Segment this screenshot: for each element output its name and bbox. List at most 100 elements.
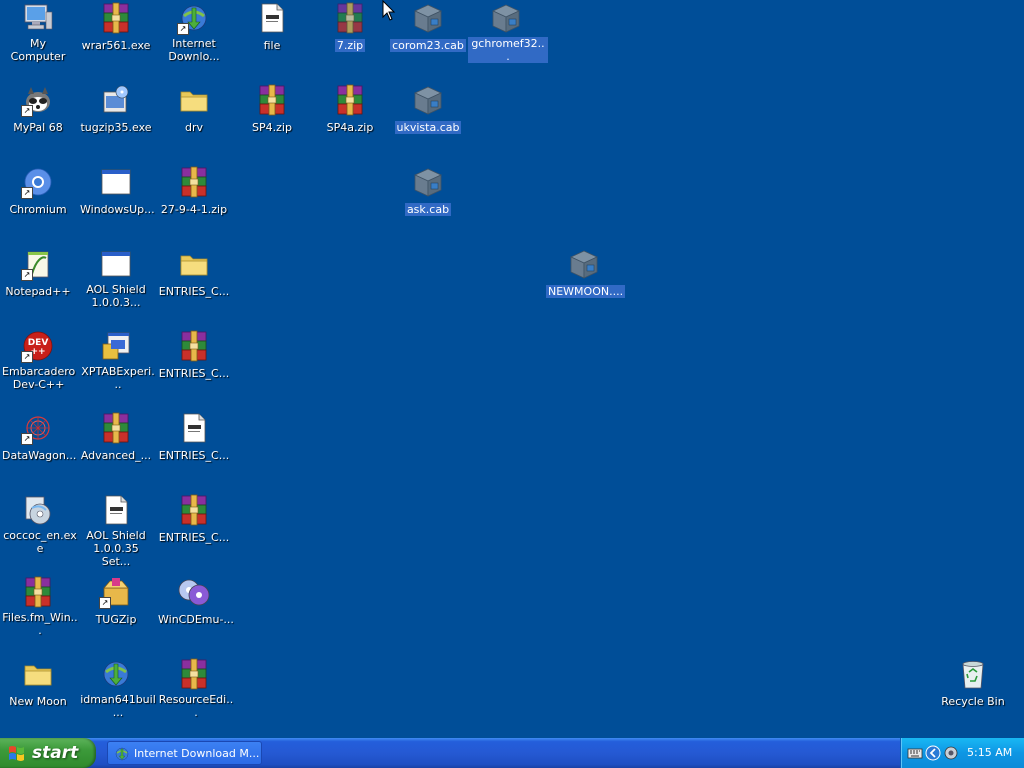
clock[interactable]: 5:15 AM bbox=[967, 738, 1012, 768]
desktop-icon[interactable]: drv bbox=[156, 84, 232, 135]
winrar-archive-icon bbox=[22, 576, 54, 608]
desktop-icon-label: AOL Shield 1.0.0.35 Set... bbox=[86, 529, 146, 568]
desktop-icon[interactable]: 7.zip bbox=[312, 2, 388, 53]
desktop-icon[interactable]: NEWMOON.... bbox=[546, 248, 626, 299]
desktop-icon-label: New Moon bbox=[9, 695, 67, 708]
system-tray: 5:15 AM bbox=[900, 738, 1024, 768]
installer-icon bbox=[100, 84, 132, 116]
cab-archive-icon bbox=[568, 248, 600, 280]
desktop-icon[interactable]: idman641buil... bbox=[78, 658, 156, 720]
desktop-icon[interactable]: ask.cab bbox=[390, 166, 466, 217]
desktop-icon[interactable]: ↗ TUGZip bbox=[78, 576, 154, 627]
desktop-icon-label: wrar561.exe bbox=[81, 39, 151, 52]
desktop-icon[interactable]: ResourceEdi... bbox=[156, 658, 233, 720]
desktop-icon-label: XPTABExperi... bbox=[81, 365, 155, 391]
desktop-icon[interactable]: ↗ MyPal 68 bbox=[0, 84, 76, 135]
folder-icon bbox=[178, 84, 210, 116]
text-document-icon bbox=[256, 2, 288, 34]
desktop-icon-label: SP4a.zip bbox=[326, 121, 374, 134]
desktop-icon-label: AOL Shield 1.0.0.3... bbox=[86, 283, 146, 309]
desktop-icon[interactable]: ↗ DataWagon... bbox=[0, 412, 76, 463]
desktop-icon[interactable]: ENTRIES_C... bbox=[156, 330, 232, 381]
desktop-icon[interactable]: Files.fm_Win... bbox=[0, 576, 78, 638]
desktop-icon[interactable]: My Computer bbox=[0, 2, 76, 64]
folder-icon bbox=[178, 248, 210, 280]
desktop-icon[interactable]: tugzip35.exe bbox=[78, 84, 154, 135]
desktop-icon-label: Internet Downlo... bbox=[168, 37, 220, 63]
desktop-icon[interactable]: gchromef32... bbox=[468, 2, 548, 64]
taskbar-button-label: Internet Download M... bbox=[134, 747, 260, 760]
desktop-icon-label: ResourceEdi... bbox=[158, 693, 234, 719]
notepad-plus-plus-icon: ↗ bbox=[21, 248, 54, 281]
desktop-icon-label: SP4.zip bbox=[252, 121, 292, 134]
shortcut-arrow-icon: ↗ bbox=[21, 433, 33, 445]
desktop-icon[interactable]: ENTRIES_C... bbox=[156, 494, 232, 545]
window-app-icon bbox=[100, 248, 132, 280]
winrar-archive-icon bbox=[256, 84, 288, 116]
winrar-archive-icon bbox=[334, 2, 366, 34]
desktop-icon-label: gchromef32... bbox=[468, 37, 548, 63]
internet-download-manager-icon: ↗ bbox=[177, 2, 210, 35]
text-document-icon bbox=[100, 494, 132, 526]
dev-cpp-icon: ↗ bbox=[21, 330, 54, 363]
taskbar-button-internet-download-manager[interactable]: Internet Download M... bbox=[107, 741, 262, 765]
desktop-icon[interactable]: ↗ Embarcadero Dev-C++ bbox=[0, 330, 76, 392]
desktop-icon[interactable]: XPTABExperi... bbox=[78, 330, 155, 392]
winrar-icon bbox=[100, 2, 132, 34]
winrar-archive-icon bbox=[100, 412, 132, 444]
datawagon-icon: ↗ bbox=[21, 412, 54, 445]
wincdemu-icon bbox=[178, 576, 210, 608]
desktop-icon-label: corom23.cab bbox=[390, 39, 466, 52]
cab-archive-icon bbox=[490, 2, 522, 34]
taskbar: start Internet Download M... 5:15 AM bbox=[0, 738, 1024, 768]
desktop-icon[interactable]: corom23.cab bbox=[390, 2, 466, 53]
keyboard-icon[interactable] bbox=[907, 745, 923, 761]
cab-archive-icon bbox=[412, 2, 444, 34]
desktop-icon[interactable]: WinCDEmu-... bbox=[156, 576, 234, 627]
desktop-icon[interactable]: New Moon bbox=[0, 658, 76, 709]
setup-program-icon bbox=[100, 330, 132, 362]
desktop-icon[interactable]: WindowsUp... bbox=[78, 166, 155, 217]
idm-installer-icon bbox=[100, 658, 132, 690]
desktop-icon-label: Chromium bbox=[9, 203, 67, 216]
desktop-icon-label: ukvista.cab bbox=[394, 121, 462, 134]
desktop-icon[interactable]: AOL Shield 1.0.0.35 Set... bbox=[78, 494, 154, 569]
desktop-icon-label: DataWagon... bbox=[2, 449, 77, 462]
desktop-icon[interactable]: Advanced_... bbox=[78, 412, 154, 463]
desktop-icon[interactable]: Recycle Bin bbox=[935, 658, 1011, 709]
desktop-icon[interactable]: SP4.zip bbox=[234, 84, 310, 135]
speaker-icon[interactable] bbox=[943, 745, 959, 761]
chevron-left-icon[interactable] bbox=[925, 745, 941, 761]
internet-download-manager-icon bbox=[114, 746, 130, 762]
desktop-icon[interactable]: ↗ Chromium bbox=[0, 166, 76, 217]
desktop-icon[interactable]: 27-9-4-1.zip bbox=[156, 166, 232, 217]
desktop-icon[interactable]: wrar561.exe bbox=[78, 2, 154, 53]
desktop-icon[interactable]: AOL Shield 1.0.0.3... bbox=[78, 248, 154, 310]
tugzip-icon: ↗ bbox=[99, 576, 132, 609]
recycle-bin-icon bbox=[957, 658, 989, 690]
desktop-icon[interactable]: ENTRIES_C... bbox=[156, 248, 232, 299]
desktop-icon[interactable]: coccoc_en.exe bbox=[0, 494, 77, 556]
start-button[interactable]: start bbox=[0, 738, 96, 768]
shortcut-arrow-icon: ↗ bbox=[21, 351, 33, 363]
desktop-icon-label: coccoc_en.exe bbox=[3, 529, 77, 555]
desktop-icon[interactable]: ↗ Internet Downlo... bbox=[156, 2, 232, 64]
text-document-icon bbox=[178, 412, 210, 444]
desktop-icon-label: MyPal 68 bbox=[13, 121, 63, 134]
desktop-icon[interactable]: ENTRIES_C... bbox=[156, 412, 232, 463]
desktop-icon[interactable]: ↗ Notepad++ bbox=[0, 248, 76, 299]
desktop-icon-label: NEWMOON.... bbox=[546, 285, 626, 298]
desktop-icon-label: Recycle Bin bbox=[941, 695, 1005, 708]
winrar-archive-icon bbox=[178, 658, 210, 690]
desktop-icon-label: Advanced_... bbox=[80, 449, 152, 462]
desktop-icon-label: 27-9-4-1.zip bbox=[160, 203, 228, 216]
desktop-icon[interactable]: file bbox=[234, 2, 310, 53]
desktop-icon-label: WindowsUp... bbox=[80, 203, 155, 216]
cab-archive-icon bbox=[412, 166, 444, 198]
desktop-icon[interactable]: ukvista.cab bbox=[390, 84, 466, 135]
mouse-pointer-icon bbox=[382, 0, 396, 21]
desktop-icon[interactable]: SP4a.zip bbox=[312, 84, 388, 135]
cab-archive-icon bbox=[412, 84, 444, 116]
desktop[interactable]: My Computer wrar561.exe ↗ Internet Downlo..… bbox=[0, 0, 1024, 738]
desktop-icon-label: ENTRIES_C... bbox=[158, 367, 230, 380]
